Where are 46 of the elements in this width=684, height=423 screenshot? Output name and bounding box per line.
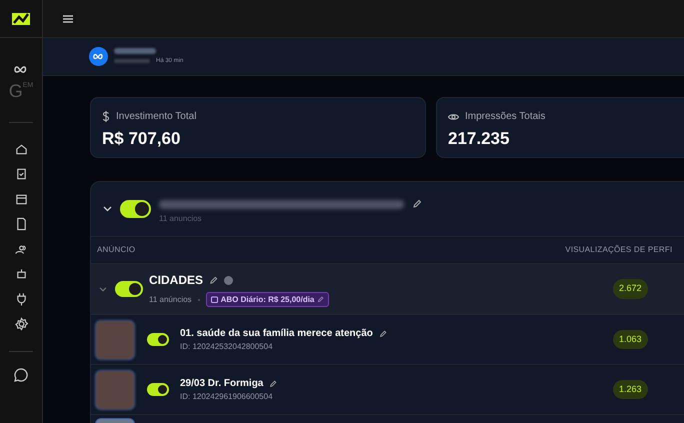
whatsapp-icon[interactable] bbox=[14, 368, 28, 382]
photo-placeholder bbox=[95, 320, 135, 360]
metric-badge: 1.063 bbox=[613, 330, 648, 350]
pencil-icon bbox=[317, 296, 324, 303]
blurred-account-id bbox=[114, 59, 150, 63]
toggle-switch[interactable] bbox=[147, 333, 169, 346]
budget-badge[interactable]: ABO Diário: R$ 25,00/dia bbox=[206, 292, 330, 307]
calendar-icon[interactable] bbox=[14, 192, 28, 206]
ad-id: ID: 120242961906600504 bbox=[180, 391, 274, 403]
toggle-switch[interactable] bbox=[147, 383, 169, 396]
robot-icon[interactable] bbox=[14, 267, 28, 281]
ad-id: ID: 120242532042800504 bbox=[180, 341, 274, 353]
photo-placeholder bbox=[95, 370, 135, 410]
toggle-switch[interactable] bbox=[115, 281, 143, 297]
settings-icon[interactable] bbox=[14, 317, 28, 331]
meta-icon[interactable] bbox=[14, 65, 28, 74]
pencil-icon[interactable] bbox=[269, 380, 278, 388]
meta-logo-icon bbox=[89, 47, 108, 66]
eye-icon bbox=[448, 112, 459, 120]
blurred-account-name bbox=[114, 48, 156, 54]
metric-badge: 1.263 bbox=[613, 380, 648, 400]
plug-icon[interactable] bbox=[14, 292, 28, 306]
dollar-icon bbox=[102, 111, 110, 122]
stat-label: Impressões Totais bbox=[465, 110, 546, 124]
chevron-down-icon[interactable] bbox=[103, 206, 112, 212]
ad-count: 11 anuncios bbox=[159, 213, 203, 225]
home-icon[interactable] bbox=[14, 142, 28, 156]
logo-icon[interactable] bbox=[10, 10, 32, 26]
column-header: ANÚNCIO bbox=[97, 244, 136, 256]
menu-icon[interactable] bbox=[63, 14, 73, 22]
adset-name: CIDADES bbox=[149, 272, 204, 289]
pencil-icon[interactable] bbox=[209, 276, 218, 284]
stat-value: R$ 707,60 bbox=[102, 128, 182, 150]
ad-count: 11 anúncios bbox=[149, 294, 192, 306]
ad-title: 01. saúde da sua família merece atenção bbox=[180, 327, 373, 341]
column-header: VISUALIZAÇÕES DE PERFI bbox=[565, 244, 672, 256]
document-icon[interactable] bbox=[14, 217, 28, 231]
metric-badge: 2.672 bbox=[613, 279, 648, 299]
pencil-icon[interactable] bbox=[412, 199, 422, 209]
calendar-icon bbox=[210, 296, 218, 303]
ad-title: 29/03 Dr. Formiga bbox=[180, 377, 264, 391]
pencil-icon[interactable] bbox=[378, 330, 387, 338]
stat-value: 217.235 bbox=[448, 128, 510, 150]
stat-label: Investimento Total bbox=[116, 110, 196, 124]
toggle-switch[interactable] bbox=[120, 200, 151, 218]
clipboard-icon[interactable] bbox=[14, 167, 28, 181]
